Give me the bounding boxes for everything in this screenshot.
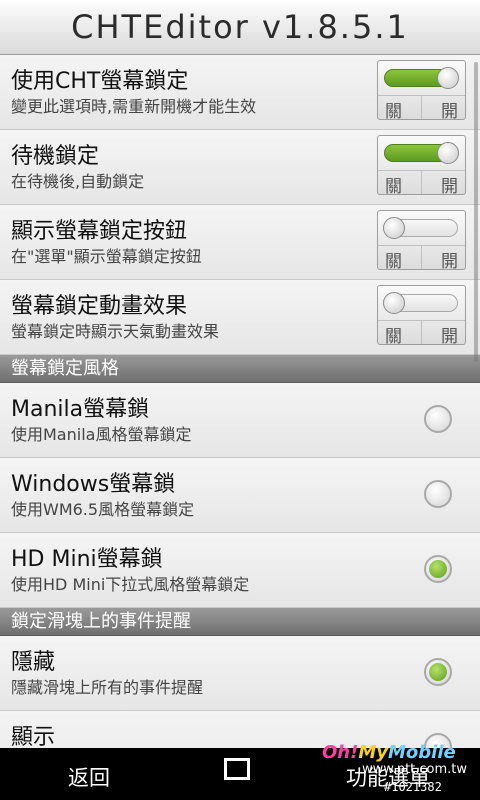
setting-title: 待機鎖定 [11,144,100,169]
toggle-track [384,67,459,89]
toggle-knob [383,292,405,314]
style-option-manila[interactable]: Manila螢幕鎖 使用Manila風格螢幕鎖定 [0,383,480,458]
windows-radio[interactable] [424,480,452,508]
toggle-labels: 關 開 [378,320,465,347]
back-button[interactable]: 返回 [68,762,110,792]
toggle-knob [383,217,405,239]
toggle-track [383,292,458,314]
cht-lock-toggle[interactable]: 關 開 [377,60,466,122]
standby-lock-toggle[interactable]: 關 開 [377,135,466,197]
setting-standby-lock[interactable]: 待機鎖定 在待機後,自動鎖定 關 開 [0,130,480,205]
setting-cht-lock[interactable]: 使用CHT螢幕鎖定 變更此選項時,需重新開機才能生效 關 開 [0,55,480,130]
toggle-knob [437,142,459,164]
watermark-id: #1021382 [384,780,442,794]
toggle-knob [437,67,459,89]
toggle-divider [421,246,422,269]
watermark-site: www.ptt.com.tw [362,762,468,777]
toggle-track [384,142,459,164]
hd-mini-radio[interactable] [424,555,452,583]
option-title: Windows螢幕鎖 [11,472,176,497]
toggle-divider [421,321,422,344]
show-lock-button-toggle[interactable]: 關 開 [377,210,466,272]
watermark: Oh!MyMobile www.ptt.com.tw #1021382 [322,742,474,798]
scrollbar[interactable] [474,62,478,362]
option-subtitle: 使用WM6.5風格螢幕鎖定 [11,500,195,519]
toggle-track [383,217,458,239]
option-subtitle: 隱藏滑塊上所有的事件提醒 [11,678,204,697]
manila-radio[interactable] [424,405,452,433]
setting-title: 螢幕鎖定動畫效果 [11,294,188,319]
radio-selected-dot [429,663,447,681]
toggle-on-label: 開 [441,327,458,347]
lock-animation-toggle[interactable]: 關 開 [377,285,466,347]
toggle-off-label: 關 [385,177,402,197]
radio-selected-dot [429,560,447,578]
toggle-labels: 關 開 [378,245,465,272]
settings-list: 使用CHT螢幕鎖定 變更此選項時,需重新開機才能生效 關 開 待機鎖定 在待機後… [0,55,480,748]
toggle-divider [421,171,422,194]
setting-show-lock-button[interactable]: 顯示螢幕鎖定按鈕 在"選單"顯示螢幕鎖定按鈕 關 開 [0,205,480,280]
toggle-on-label: 開 [441,252,458,272]
option-title: HD Mini螢幕鎖 [11,547,163,572]
setting-subtitle: 在"選單"顯示螢幕鎖定按鈕 [11,247,202,266]
style-option-hd-mini[interactable]: HD Mini螢幕鎖 使用HD Mini下拉式風格螢幕鎖定 [0,533,480,608]
setting-subtitle: 在待機後,自動鎖定 [11,172,145,191]
setting-title: 使用CHT螢幕鎖定 [11,69,189,94]
watermark-logo: Oh!MyMobile [322,742,456,763]
setting-title: 顯示螢幕鎖定按鈕 [11,219,188,244]
toggle-labels: 關 開 [378,95,465,122]
toggle-labels: 關 開 [378,170,465,197]
setting-subtitle: 螢幕鎖定時顯示天氣動畫效果 [11,322,220,341]
toggle-on-label: 開 [441,177,458,197]
section-header-lock-style: 螢幕鎖定風格 [0,355,480,383]
option-title: Manila螢幕鎖 [11,397,150,422]
option-title: 隱藏 [11,650,56,675]
toggle-off-label: 關 [385,252,402,272]
app-title: CHTEditor v1.8.5.1 [0,0,480,55]
square-icon[interactable] [224,758,250,780]
section-header-event-reminder: 鎖定滑塊上的事件提醒 [0,608,480,636]
toggle-off-label: 關 [385,102,402,122]
event-option-hide[interactable]: 隱藏 隱藏滑塊上所有的事件提醒 [0,636,480,711]
hide-radio[interactable] [424,658,452,686]
style-option-windows[interactable]: Windows螢幕鎖 使用WM6.5風格螢幕鎖定 [0,458,480,533]
toggle-off-label: 關 [385,327,402,347]
setting-subtitle: 變更此選項時,需重新開機才能生效 [11,97,257,116]
option-subtitle: 使用Manila風格螢幕鎖定 [11,425,192,444]
option-subtitle: 使用HD Mini下拉式風格螢幕鎖定 [11,575,250,594]
toggle-on-label: 開 [441,102,458,122]
toggle-divider [421,96,422,119]
option-title: 顯示 [11,725,56,748]
setting-lock-animation[interactable]: 螢幕鎖定動畫效果 螢幕鎖定時顯示天氣動畫效果 關 開 [0,280,480,355]
